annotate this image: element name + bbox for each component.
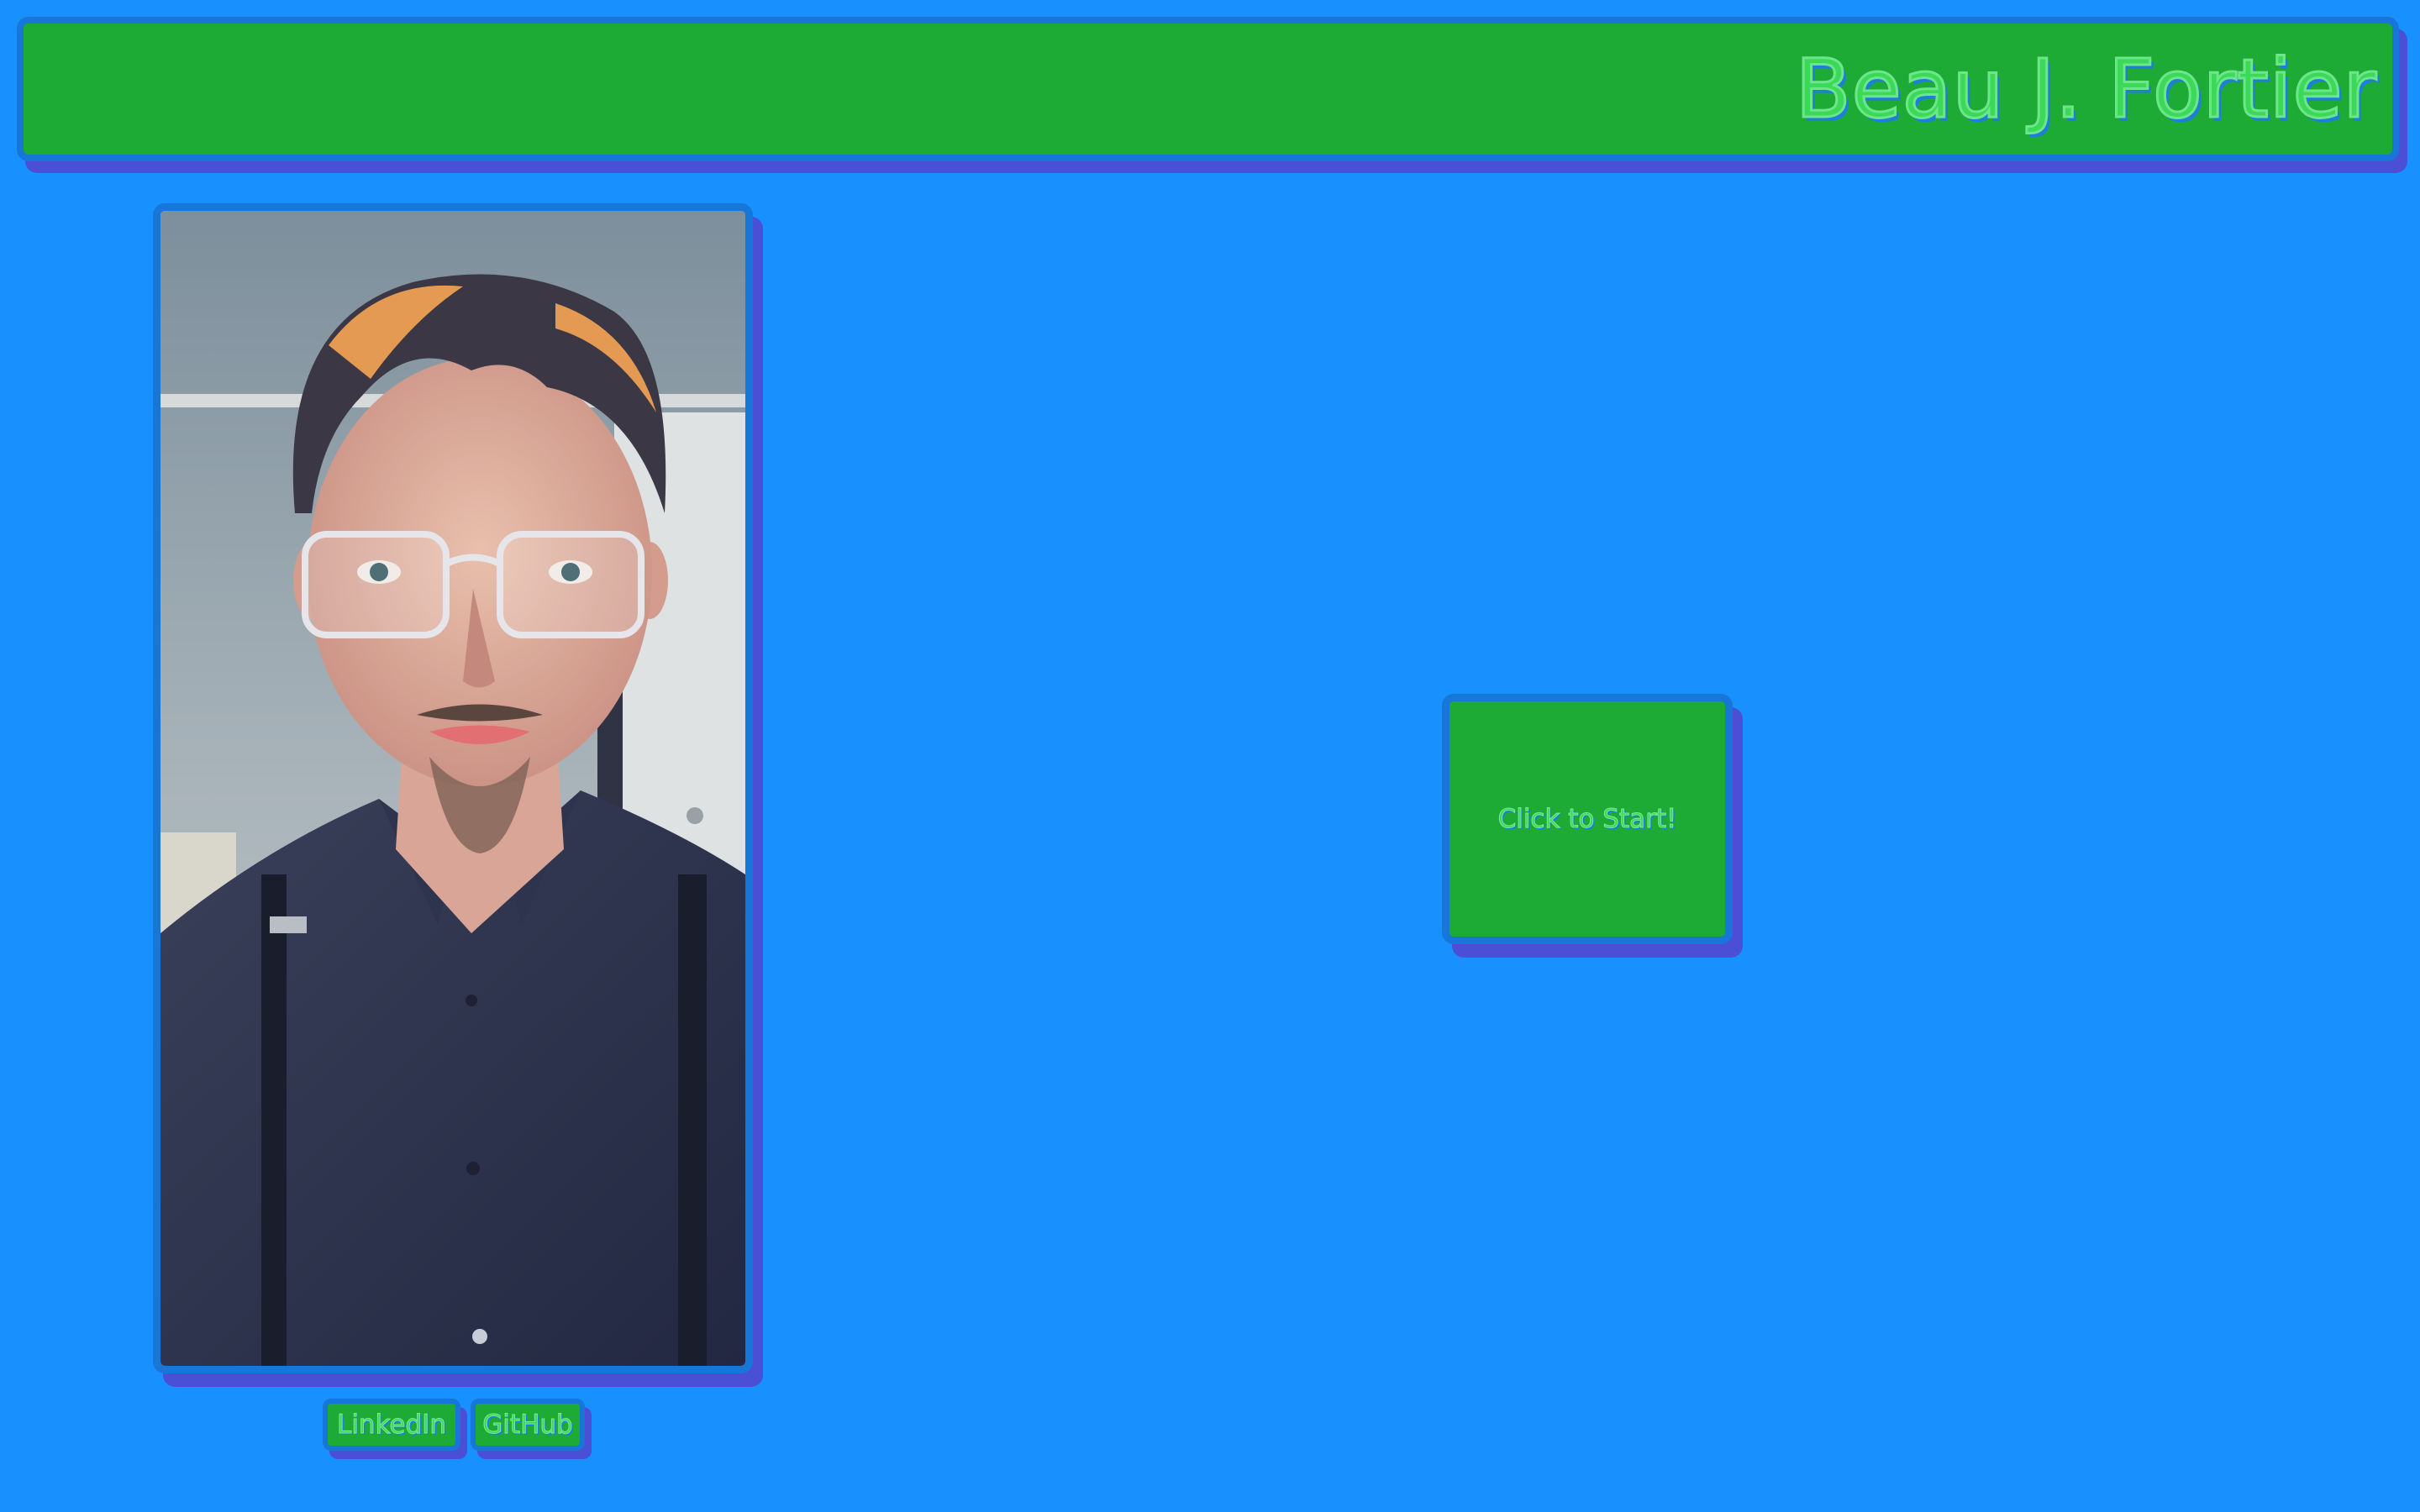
- page: Beau J. Fortier LinkedIn GitHub Click to…: [0, 0, 2420, 1512]
- github-button[interactable]: GitHub: [471, 1399, 585, 1451]
- page-title: Beau J. Fortier: [1794, 42, 2377, 136]
- social-links: LinkedIn GitHub: [323, 1399, 585, 1451]
- portrait-photo-icon: [160, 211, 745, 1366]
- start-label: Click to Start!: [1497, 804, 1677, 835]
- start-button[interactable]: Click to Start!: [1442, 694, 1733, 944]
- linkedin-label: LinkedIn: [337, 1410, 447, 1441]
- profile-photo: [153, 203, 753, 1373]
- linkedin-button[interactable]: LinkedIn: [323, 1399, 460, 1451]
- header-bar: Beau J. Fortier: [17, 17, 2399, 161]
- github-label: GitHub: [482, 1410, 573, 1441]
